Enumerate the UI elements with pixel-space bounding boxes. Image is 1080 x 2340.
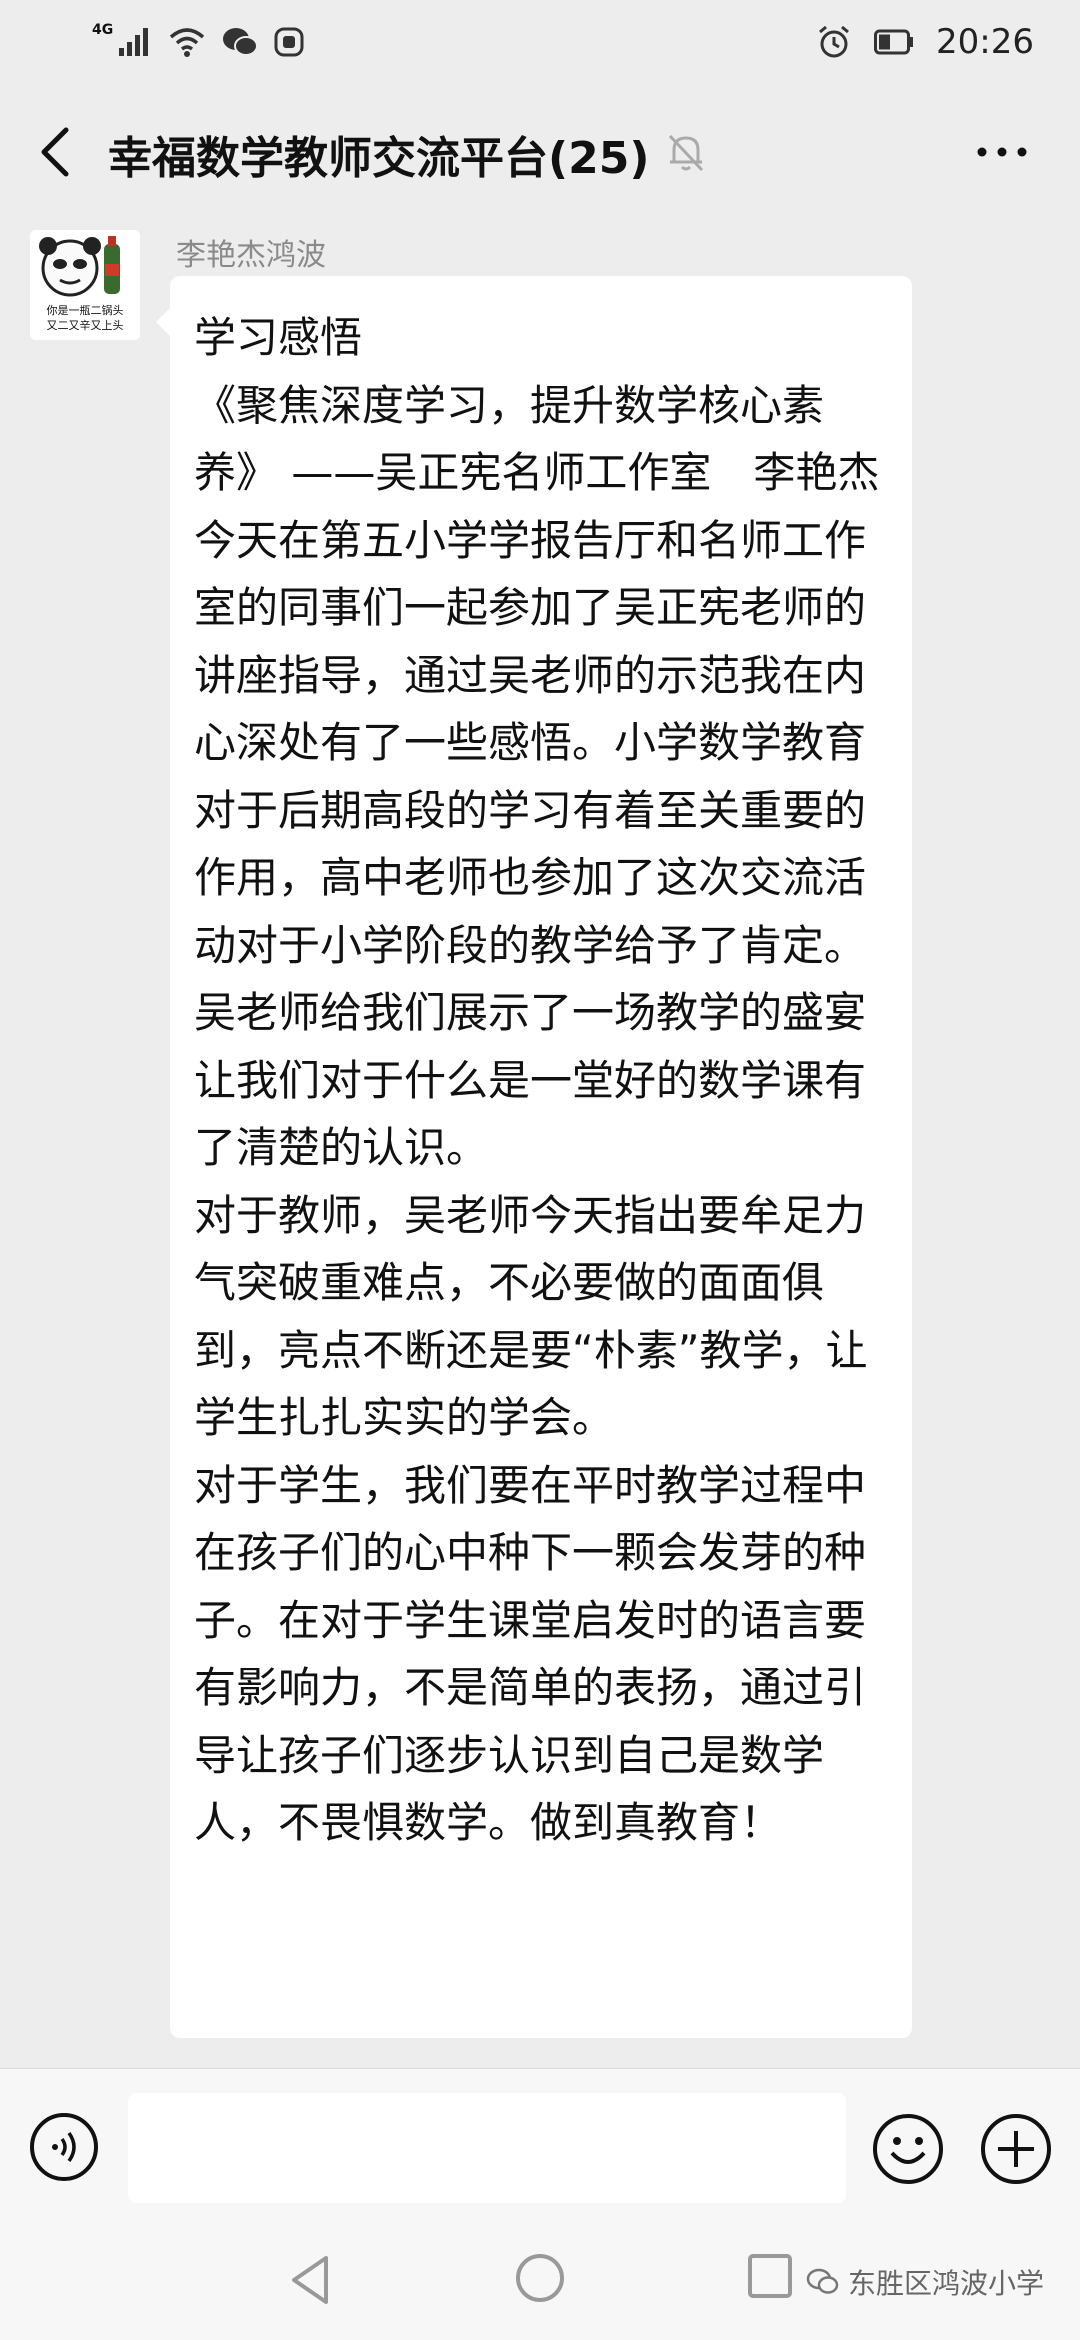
clock: 20:26 <box>936 22 1034 62</box>
more-icon[interactable] <box>972 132 1032 172</box>
message-paragraph: 吴老师给我们展示了一场教学的盛宴让我们对于什么是一堂好的数学课有了清楚的认识。 <box>194 988 867 1172</box>
signal-icon <box>119 28 149 56</box>
plus-icon[interactable] <box>978 2111 1054 2187</box>
battery-icon <box>874 29 914 55</box>
system-nav-bar: 东胜区鸿波小学 <box>0 2232 1080 2340</box>
chat-title: 幸福数学教师交流平台(25) <box>108 133 650 184</box>
message-text: 学习感悟 《聚焦深度学习，提升数学核心素养》 ——吴正宪名师工作室 李艳杰 今天… <box>194 304 890 1857</box>
watermark: 东胜区鸿波小学 <box>806 2262 1044 2302</box>
status-right: 20:26 <box>816 14 1034 70</box>
avatar-caption-2: 又二又辛又上头 <box>47 318 124 332</box>
app-icon <box>274 27 304 57</box>
mute-bell-icon <box>668 134 704 172</box>
message-input[interactable] <box>128 2093 846 2203</box>
wechat-logo-icon <box>806 2268 839 2294</box>
avatar-image: 你是一瓶二锅头 又二又辛又上头 <box>30 230 140 340</box>
wechat-icon <box>223 28 259 56</box>
sender-name: 李艳杰鸿波 <box>176 238 326 273</box>
emoji-icon[interactable] <box>870 2111 946 2187</box>
title-bar: 幸福数学教师交流平台(25) <box>0 96 1080 208</box>
nav-back-icon[interactable] <box>286 2252 336 2308</box>
message-paragraph: 对于教师，吴老师今天指出要牟足力气突破重难点，不必要做的面面俱到，亮点不断还是要… <box>194 1190 868 1443</box>
status-bar: 4G 20:26 <box>0 0 1080 84</box>
avatar[interactable]: 你是一瓶二锅头 又二又辛又上头 <box>30 230 140 340</box>
input-bar <box>0 2068 1080 2233</box>
message-paragraph: 今天在第五小学学报告厅和名师工作室的同事们一起参加了吴正宪老师的讲座指导，通过吴… <box>194 515 867 970</box>
message-bubble[interactable]: 学习感悟 《聚焦深度学习，提升数学核心素养》 ——吴正宪名师工作室 李艳杰 今天… <box>156 276 912 2038</box>
avatar-caption-1: 你是一瓶二锅头 <box>47 303 124 317</box>
voice-icon[interactable] <box>28 2111 100 2183</box>
back-icon[interactable] <box>28 118 88 186</box>
message-paragraph: 对于学生，我们要在平时教学过程中在孩子们的心中种下一颗会发芽的种子。在对于学生课… <box>194 1460 867 1848</box>
bubble-tail <box>156 308 170 336</box>
message-paragraph: 学习感悟 <box>194 313 363 362</box>
status-left: 4G <box>92 18 305 66</box>
watermark-text: 东胜区鸿波小学 <box>848 2267 1045 2300</box>
nav-recent-icon[interactable] <box>746 2252 794 2300</box>
message-paragraph: 《聚焦深度学习，提升数学核心素养》 ——吴正宪名师工作室 李艳杰 <box>194 380 880 498</box>
alarm-icon <box>819 25 849 58</box>
network-label: 4G <box>92 22 114 38</box>
nav-home-icon[interactable] <box>514 2252 566 2304</box>
wifi-icon <box>170 28 205 57</box>
